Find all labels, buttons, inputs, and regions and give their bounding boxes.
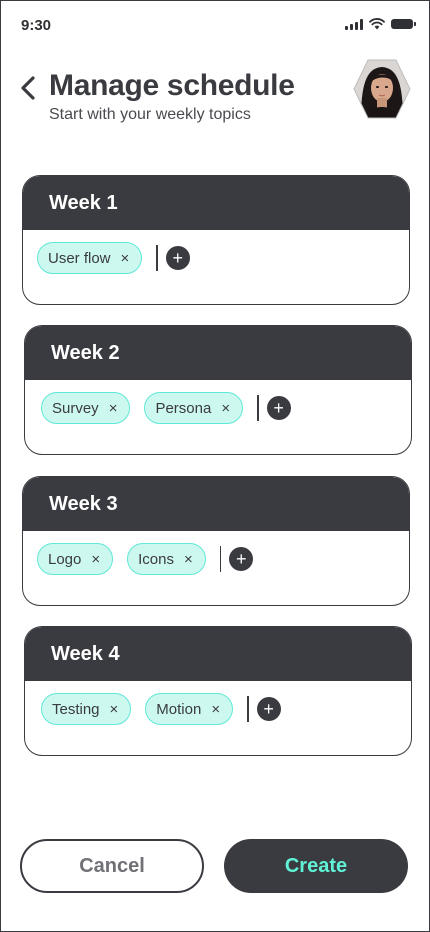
status-icons	[345, 18, 416, 30]
back-button[interactable]	[15, 73, 41, 103]
tag-chip[interactable]: Persona ×	[144, 392, 244, 424]
tag-label: Testing	[52, 700, 100, 718]
week-card-4: Week 4 Testing × Motion × +	[24, 626, 412, 756]
page-subtitle: Start with your weekly topics	[49, 106, 251, 123]
tag-label: Persona	[155, 399, 212, 417]
week-header: Week 1	[23, 176, 409, 230]
text-cursor	[257, 395, 259, 421]
add-tag-button[interactable]: +	[229, 547, 254, 571]
tag-label: User flow	[48, 249, 111, 267]
week-tags-field[interactable]: Testing × Motion × +	[25, 681, 411, 755]
tag-chip[interactable]: Icons ×	[127, 543, 206, 575]
week-title: Week 3	[49, 492, 118, 515]
tag-chip[interactable]: Motion ×	[145, 693, 234, 725]
week-title: Week 2	[51, 341, 120, 364]
cellular-signal-icon	[345, 18, 363, 30]
tag-label: Logo	[48, 550, 82, 568]
tag-chip[interactable]: Logo ×	[37, 543, 114, 575]
page-title: Manage schedule	[49, 69, 295, 102]
week-tags-field[interactable]: Logo × Icons × +	[23, 531, 409, 605]
remove-tag-icon[interactable]: ×	[221, 401, 230, 416]
week-header: Week 2	[25, 326, 411, 380]
text-cursor	[247, 696, 249, 722]
week-card-1: Week 1 User flow × +	[22, 175, 410, 305]
chevron-left-icon	[21, 76, 35, 100]
add-tag-button[interactable]: +	[165, 246, 190, 270]
week-tags-field[interactable]: User flow × +	[23, 230, 409, 304]
week-title: Week 1	[49, 191, 118, 214]
tag-label: Survey	[52, 399, 99, 417]
status-time: 9:30	[21, 17, 52, 34]
week-header: Week 3	[23, 477, 409, 531]
status-bar: 9:30	[1, 1, 429, 51]
remove-tag-icon[interactable]: ×	[109, 401, 118, 416]
add-tag-button[interactable]: +	[266, 396, 291, 420]
week-card-3: Week 3 Logo × Icons × +	[22, 476, 410, 606]
cancel-button[interactable]: Cancel	[20, 839, 204, 893]
remove-tag-icon[interactable]: ×	[110, 702, 119, 717]
tag-chip[interactable]: User flow ×	[37, 242, 143, 274]
tag-chip[interactable]: Survey ×	[41, 392, 131, 424]
text-cursor	[219, 546, 222, 572]
remove-tag-icon[interactable]: ×	[121, 251, 130, 266]
wifi-icon	[369, 18, 385, 30]
text-cursor	[156, 245, 158, 271]
battery-icon	[391, 19, 416, 29]
add-tag-button[interactable]: +	[256, 697, 281, 721]
tag-label: Icons	[138, 550, 174, 568]
tag-chip[interactable]: Testing ×	[41, 693, 132, 725]
week-tags-field[interactable]: Survey × Persona × +	[25, 380, 411, 454]
remove-tag-icon[interactable]: ×	[91, 552, 100, 567]
tag-label: Motion	[156, 700, 202, 718]
week-header: Week 4	[25, 627, 411, 681]
remove-tag-icon[interactable]: ×	[211, 702, 220, 717]
week-title: Week 4	[51, 642, 120, 665]
avatar[interactable]	[353, 58, 411, 120]
week-card-2: Week 2 Survey × Persona × +	[24, 325, 412, 455]
phone-screen: 9:30 Manage schedule Start with your wee…	[0, 0, 430, 932]
remove-tag-icon[interactable]: ×	[184, 552, 193, 567]
create-button[interactable]: Create	[224, 839, 408, 893]
